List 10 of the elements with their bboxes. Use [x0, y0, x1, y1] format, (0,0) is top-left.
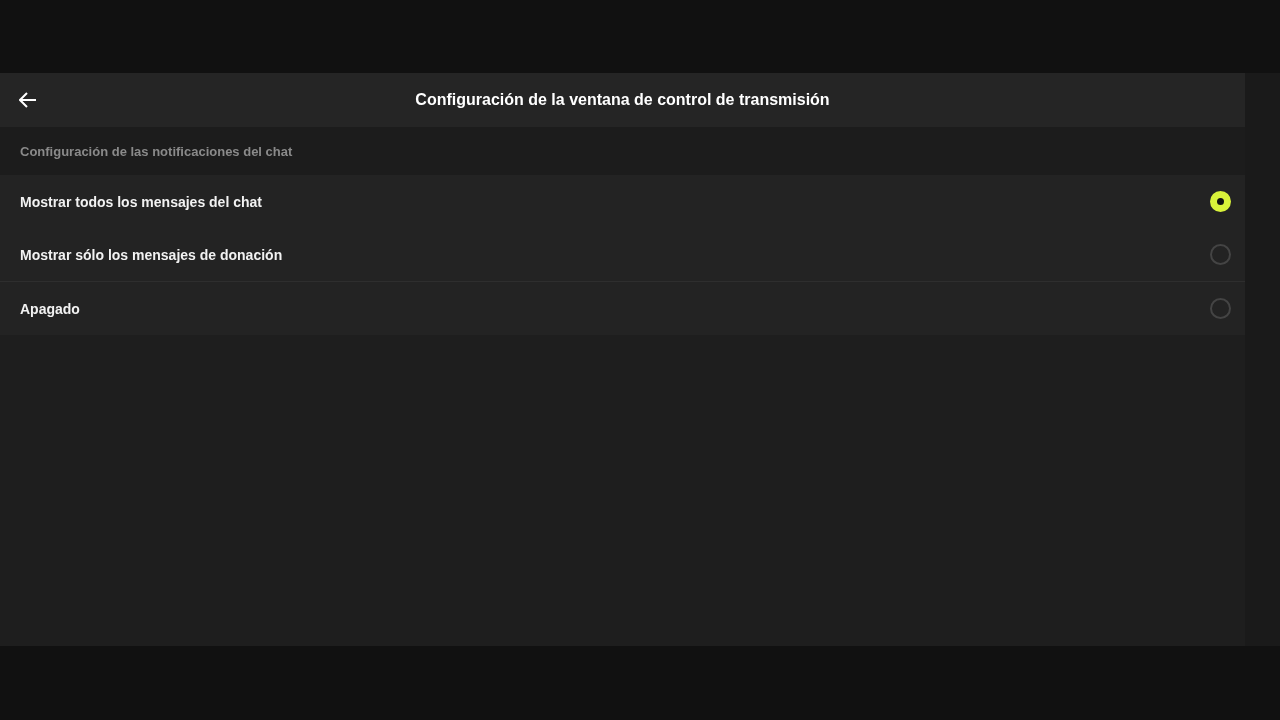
window-title: Configuración de la ventana de control de transmisión: [414, 91, 831, 109]
option-row[interactable]: Apagado: [0, 281, 1245, 335]
radio-button[interactable]: [1210, 244, 1231, 265]
option-row[interactable]: Mostrar sólo los mensajes de donación: [0, 228, 1245, 281]
option-row[interactable]: Mostrar todos los mensajes del chat: [0, 175, 1245, 228]
option-label: Mostrar todos los mensajes del chat: [20, 193, 262, 210]
option-label: Mostrar sólo los mensajes de donación: [20, 246, 283, 263]
section-title: Configuración de las notificaciones del chat: [20, 143, 293, 159]
radio-button[interactable]: [1210, 298, 1231, 319]
option-label: Apagado: [20, 300, 80, 317]
